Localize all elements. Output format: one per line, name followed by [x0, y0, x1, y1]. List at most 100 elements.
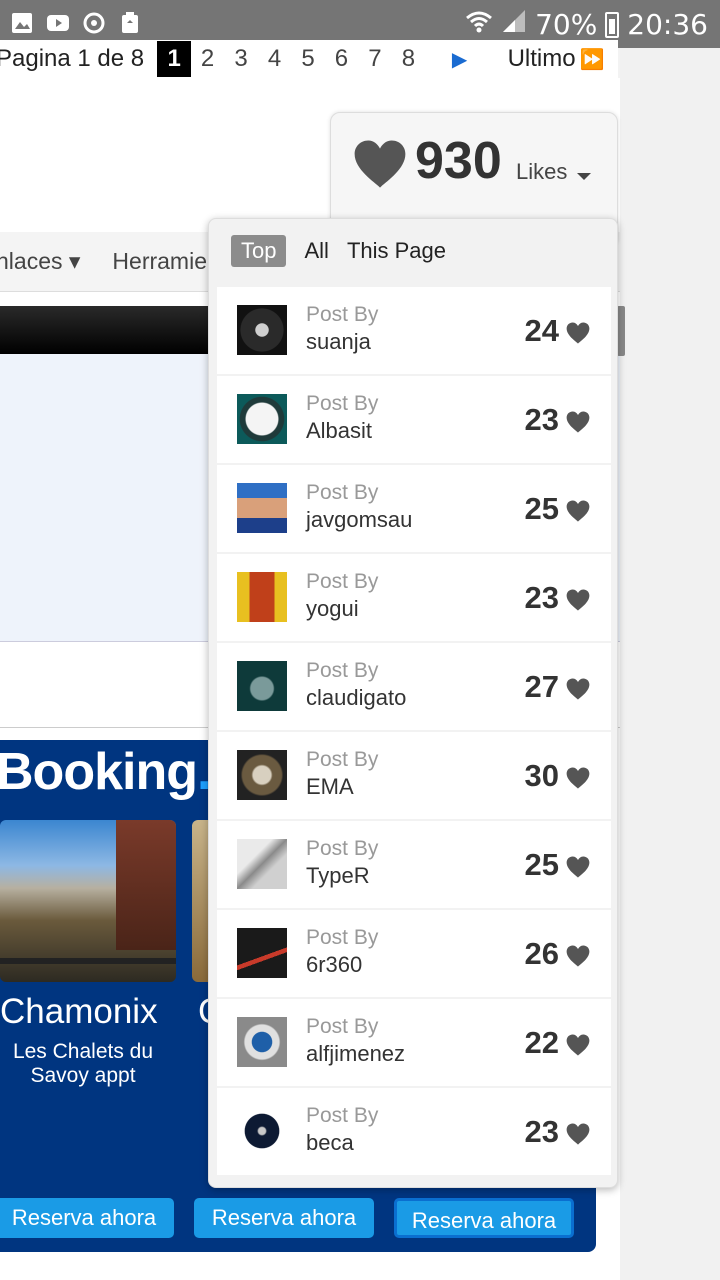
likes-label: Likes: [516, 159, 568, 184]
list-item[interactable]: Post By alfjimenez 22: [217, 999, 611, 1086]
like-count: 24: [524, 313, 559, 348]
list-item[interactable]: Post By TypeR 25: [217, 821, 611, 908]
list-item[interactable]: Post By suanja 24: [217, 287, 611, 374]
author-name[interactable]: alfjimenez: [306, 1041, 405, 1067]
like-count: 23: [524, 402, 559, 437]
like-count: 25: [524, 491, 559, 526]
last-page-link[interactable]: Ultimo ⏩: [494, 45, 618, 73]
post-by-label: Post By: [306, 659, 379, 682]
tab-all[interactable]: All: [304, 235, 328, 267]
heart-icon: [566, 411, 590, 433]
post-by-label: Post By: [306, 837, 379, 860]
heart-icon: [566, 322, 590, 344]
clock: 20:36: [627, 8, 708, 41]
page-link-6[interactable]: 6: [325, 45, 358, 73]
hotel-city: Chamonix: [0, 992, 158, 1031]
reserve-button[interactable]: Reserva ahora: [194, 1198, 374, 1238]
heart-icon: [354, 140, 406, 188]
list-item[interactable]: Post By beca 23: [217, 1088, 611, 1175]
pagination-label: Pagina 1 de 8: [0, 45, 145, 72]
list-item[interactable]: Post By javgomsau 25: [217, 465, 611, 552]
list-item[interactable]: Post By yogui 23: [217, 554, 611, 641]
pagination: Pagina 1 de 8 1 2 3 4 5 6 7 8 ▶ Ultimo ⏩: [0, 40, 618, 78]
notification-icons: [10, 11, 142, 35]
booking-logo-main: Booking: [0, 743, 198, 801]
author-name[interactable]: EMA: [306, 774, 354, 800]
heart-icon: [566, 767, 590, 789]
like-count: 23: [524, 580, 559, 615]
top-posts-list: Post By suanja 24 Post By Albasit 23 Pos…: [217, 287, 611, 1177]
last-page-label: Ultimo: [507, 45, 576, 72]
tab-top[interactable]: Top: [231, 235, 287, 267]
author-name[interactable]: claudigato: [306, 685, 406, 711]
nav-item-enlaces[interactable]: nlaces ▾: [0, 248, 80, 275]
post-by-label: Post By: [306, 926, 379, 949]
list-item[interactable]: Post By Albasit 23: [217, 376, 611, 463]
booking-logo: Booking.c: [0, 742, 239, 802]
avatar: [237, 750, 287, 800]
chevron-down-icon: ▾: [68, 248, 81, 274]
avatar: [237, 572, 287, 622]
avatar: [237, 483, 287, 533]
heart-icon: [566, 500, 590, 522]
heart-icon: [566, 1123, 590, 1145]
scrollbar[interactable]: [617, 306, 625, 356]
page-link-4[interactable]: 4: [258, 45, 291, 73]
post-by-label: Post By: [306, 303, 379, 326]
nav-item-enlaces-label: nlaces: [0, 248, 63, 274]
heart-icon: [566, 589, 590, 611]
like-count: 23: [524, 1114, 559, 1149]
author-name[interactable]: javgomsau: [306, 507, 412, 533]
post-by-label: Post By: [306, 481, 379, 504]
like-count: 27: [524, 669, 559, 704]
post-by-label: Post By: [306, 392, 379, 415]
fast-forward-icon: ⏩: [579, 49, 605, 71]
page-margin: [620, 48, 720, 1280]
avatar: [237, 1106, 287, 1156]
like-count: 26: [524, 936, 559, 971]
hotel-photo[interactable]: [0, 820, 176, 982]
page-link-5[interactable]: 5: [291, 45, 324, 73]
battery-percent: 70%: [535, 8, 598, 41]
page-link-8[interactable]: 8: [392, 45, 425, 73]
sync-icon: [82, 11, 106, 35]
chevron-down-icon[interactable]: [577, 173, 591, 180]
avatar: [237, 839, 287, 889]
author-name[interactable]: Albasit: [306, 418, 372, 444]
author-name[interactable]: beca: [306, 1130, 354, 1156]
post-by-label: Post By: [306, 1015, 379, 1038]
author-name[interactable]: suanja: [306, 329, 371, 355]
wifi-icon: [465, 8, 493, 41]
post-by-label: Post By: [306, 748, 379, 771]
author-name[interactable]: TypeR: [306, 863, 370, 889]
system-status: 70% 20:36: [465, 8, 708, 41]
likes-dropdown: Top All This Page Post By suanja 24 Post…: [208, 218, 618, 1188]
page-link-1[interactable]: 1: [157, 41, 191, 77]
reserve-button[interactable]: Reserva ahora: [394, 1198, 574, 1238]
list-item[interactable]: Post By EMA 30: [217, 732, 611, 819]
likes-count: 930: [415, 132, 502, 190]
post-by-label: Post By: [306, 570, 379, 593]
reserve-button[interactable]: Reserva ahora: [0, 1198, 174, 1238]
likes-tabs: Top All This Page: [231, 235, 464, 267]
next-page-icon[interactable]: ▶: [425, 47, 494, 72]
list-item[interactable]: Post By claudigato 27: [217, 643, 611, 730]
avatar: [237, 394, 287, 444]
nav-item-herramientas[interactable]: Herramie: [112, 248, 207, 275]
youtube-icon: [46, 11, 70, 35]
tab-this-page[interactable]: This Page: [347, 235, 446, 267]
post-by-label: Post By: [306, 1104, 379, 1127]
hotel-name: Les Chalets du Savoy appt: [12, 1040, 154, 1087]
battery-icon: [605, 11, 620, 38]
author-name[interactable]: yogui: [306, 596, 359, 622]
gallery-icon: [10, 11, 34, 35]
like-count: 22: [524, 1025, 559, 1060]
list-item[interactable]: Post By 6r360 26: [217, 910, 611, 997]
avatar: [237, 928, 287, 978]
heart-icon: [566, 856, 590, 878]
author-name[interactable]: 6r360: [306, 952, 362, 978]
page-link-3[interactable]: 3: [224, 45, 257, 73]
page-link-7[interactable]: 7: [358, 45, 391, 73]
page-link-2[interactable]: 2: [191, 45, 224, 73]
heart-icon: [566, 1034, 590, 1056]
